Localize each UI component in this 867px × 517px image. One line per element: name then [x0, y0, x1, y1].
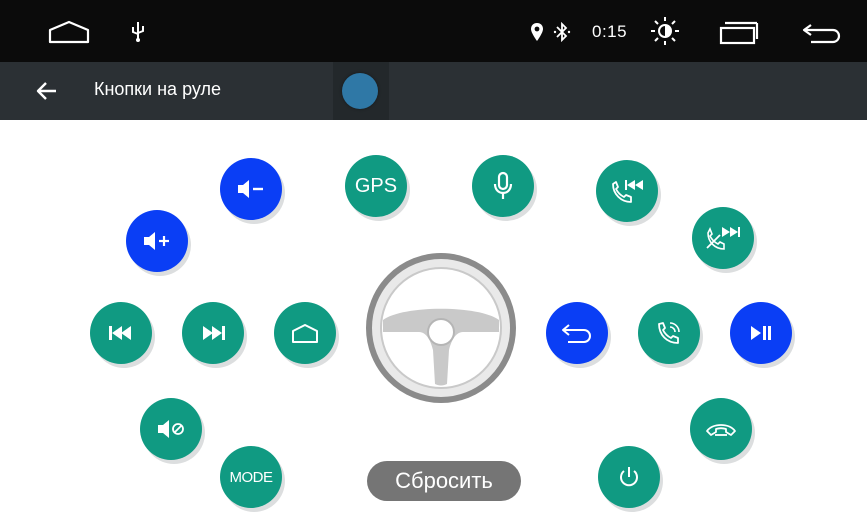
steering-wheel-icon: [363, 250, 519, 406]
mute-icon: [158, 420, 184, 438]
hangup-next-button[interactable]: [692, 207, 754, 269]
hangup-icon: [706, 424, 736, 436]
volume-down-button[interactable]: [220, 158, 282, 220]
play-pause-icon: [751, 326, 771, 340]
phone-call-icon: [658, 322, 680, 344]
phone-call-button[interactable]: [638, 302, 700, 364]
back-button[interactable]: [546, 302, 608, 364]
power-button[interactable]: [598, 446, 660, 508]
brightness-icon[interactable]: [648, 14, 682, 48]
volume-up-icon: [144, 232, 169, 250]
clock: 0:15: [592, 22, 628, 41]
gps-label: GPS: [354, 174, 398, 197]
mode-label: MODE: [229, 468, 274, 486]
power-icon: [620, 467, 638, 487]
back-return-icon[interactable]: [800, 20, 846, 46]
status-bar: 0:15: [0, 0, 867, 62]
volume-down-icon: [238, 180, 263, 198]
call-previous-icon: [612, 180, 643, 203]
volume-up-button[interactable]: [126, 210, 188, 272]
microphone-icon: [493, 171, 513, 199]
usb-icon: [128, 20, 148, 44]
gps-button[interactable]: GPS: [345, 155, 407, 217]
skip-previous-button[interactable]: [90, 302, 152, 364]
reset-button[interactable]: Сбросить: [367, 461, 521, 501]
skip-next-icon: [203, 326, 225, 340]
home-outline-icon[interactable]: [46, 18, 92, 46]
mode-button[interactable]: MODE: [220, 446, 282, 508]
hangup-button[interactable]: [690, 398, 752, 460]
back-return-icon: [562, 324, 591, 343]
microphone-button[interactable]: [472, 155, 534, 217]
home-outline-icon: [292, 324, 318, 343]
skip-next-button[interactable]: [182, 302, 244, 364]
hangup-next-icon: [706, 227, 740, 250]
call-previous-button[interactable]: [596, 160, 658, 222]
home-button[interactable]: [274, 302, 336, 364]
touch-indicator: [342, 73, 378, 109]
location-pin-icon: [528, 20, 546, 44]
bluetooth-icon: [552, 20, 572, 44]
recent-apps-icon[interactable]: [718, 20, 760, 46]
arrow-left-icon[interactable]: [34, 78, 60, 104]
play-pause-button[interactable]: [730, 302, 792, 364]
page-title: Кнопки на руле: [94, 79, 221, 99]
mute-button[interactable]: [140, 398, 202, 460]
skip-previous-icon: [109, 326, 131, 340]
